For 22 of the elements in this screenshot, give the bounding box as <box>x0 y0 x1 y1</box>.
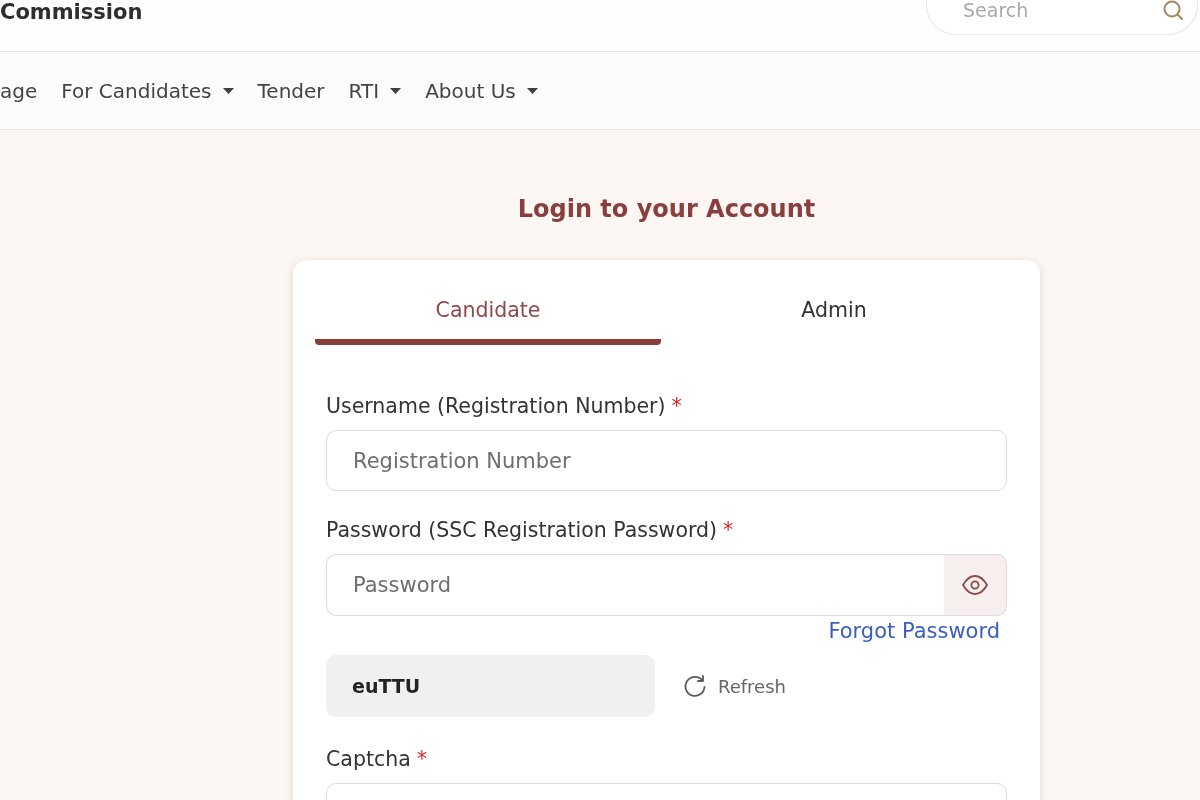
nav-dropdown[interactable]: For Candidates <box>61 77 234 104</box>
search-field[interactable]: Search <box>926 0 1198 35</box>
field-label: Captcha <box>326 746 411 772</box>
forgot-password-link[interactable]: Forgot Password <box>828 618 1000 644</box>
required-mark: * <box>416 746 427 772</box>
captcha-code: euTTU <box>326 655 655 717</box>
refresh-button[interactable]: Refresh <box>683 674 786 698</box>
nav-dropdown[interactable]: About Us <box>425 77 538 104</box>
nav-link[interactable]: age <box>0 77 38 104</box>
login-tab[interactable]: Candidate <box>315 260 661 345</box>
nav-link[interactable]: Tender <box>257 77 325 104</box>
text-field[interactable]: Registration Number <box>326 430 1007 491</box>
required-mark: * <box>671 393 682 419</box>
page-title: Login to your Account <box>516 194 817 224</box>
login-tab[interactable]: Admin <box>661 260 1007 345</box>
field-label: Password (SSC Registration Password) <box>326 517 717 543</box>
field-label: Username (Registration Number) <box>326 393 666 419</box>
nav-dropdown[interactable]: RTI <box>348 77 402 104</box>
refresh-icon <box>683 674 706 698</box>
required-mark: * <box>723 517 734 543</box>
site-title: Commission <box>0 0 143 24</box>
search-icon <box>1163 0 1183 20</box>
